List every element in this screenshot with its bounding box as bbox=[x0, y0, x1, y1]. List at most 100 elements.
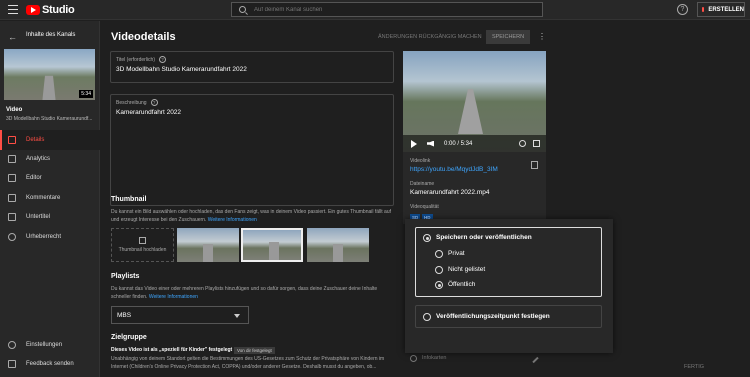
audience-heading: Zielgruppe bbox=[111, 334, 147, 341]
channel-content-link[interactable]: Inhalte des Kanals bbox=[26, 32, 75, 38]
help-icon[interactable]: ? bbox=[150, 99, 158, 106]
sidebar-item-subtitles[interactable]: Untertitel bbox=[0, 207, 100, 227]
rail-graphic bbox=[333, 244, 343, 262]
public-label: Öffentlich bbox=[448, 281, 476, 288]
help-icon[interactable]: ? bbox=[159, 56, 166, 63]
file-name-label: Dateiname bbox=[410, 181, 435, 187]
sidebar-item-label: Details bbox=[26, 137, 45, 143]
thumbnail-option[interactable] bbox=[177, 228, 239, 262]
create-button[interactable]: ERSTELLEN bbox=[697, 2, 745, 17]
save-button[interactable]: SPEICHERN bbox=[486, 30, 530, 44]
video-quality-label: Videoqualität bbox=[410, 204, 439, 210]
video-label: Video bbox=[6, 107, 23, 113]
info-icon bbox=[410, 355, 417, 362]
rail-graphic bbox=[458, 89, 483, 134]
sidebar-item-analytics[interactable]: Analytics bbox=[0, 149, 100, 169]
studio-logo[interactable]: Studio bbox=[26, 4, 75, 16]
sidebar-item-label: Urheberrecht bbox=[26, 234, 62, 240]
rail-graphic bbox=[203, 244, 213, 262]
play-icon[interactable] bbox=[411, 139, 417, 148]
save-or-publish-label: Speichern oder veröffentlichen bbox=[436, 234, 532, 241]
help-icon[interactable]: ? bbox=[677, 4, 688, 15]
description-field-label: Beschreibung bbox=[116, 99, 147, 106]
video-link-label: Videolink bbox=[410, 158, 431, 164]
copyright-icon bbox=[8, 233, 16, 241]
copy-icon[interactable] bbox=[531, 161, 538, 169]
thumbnail-heading: Thumbnail bbox=[111, 196, 147, 203]
video-subtitle: 3D Modellbahn Studio Kameraurundf... bbox=[6, 116, 93, 122]
sidebar-item-settings[interactable]: Einstellungen bbox=[0, 335, 100, 355]
fullscreen-icon[interactable] bbox=[533, 140, 540, 147]
learn-more-link[interactable]: Weitere Informationen bbox=[208, 217, 257, 223]
sidebar-item-label: Editor bbox=[26, 175, 42, 181]
public-radio[interactable] bbox=[435, 281, 443, 289]
private-label: Privat bbox=[448, 250, 465, 257]
more-options-icon[interactable]: ⋮ bbox=[538, 32, 546, 41]
top-bar: Studio ? ERSTELLEN bbox=[0, 0, 750, 20]
upload-thumbnail-button[interactable]: Thumbnail hochladen bbox=[111, 228, 174, 262]
comments-icon bbox=[8, 194, 16, 202]
info-cards-label: Infokarten bbox=[422, 355, 447, 361]
info-cards-row[interactable]: Infokarten bbox=[405, 353, 548, 365]
made-for-kids-text: Dieses Video ist als „speziell für Kinde… bbox=[111, 347, 233, 353]
sidebar-item-label: Einstellungen bbox=[26, 342, 63, 348]
unlisted-label: Nicht gelistet bbox=[448, 266, 486, 273]
title-field-label-row: Titel (erforderlich) ? bbox=[116, 56, 166, 63]
duration-badge: 5:34 bbox=[79, 90, 93, 98]
sidebar-item-details[interactable]: Details bbox=[0, 130, 100, 150]
sidebar: ← Inhalte des Kanals 5:34 Video 3D Model… bbox=[0, 21, 100, 377]
playlist-select[interactable]: MBS bbox=[111, 306, 249, 324]
description-field[interactable]: Beschreibung ? Kamerarundfahrt 2022 bbox=[110, 94, 394, 206]
unlisted-radio[interactable] bbox=[435, 266, 443, 274]
analytics-icon bbox=[8, 155, 16, 163]
sidebar-item-label: Analytics bbox=[26, 156, 51, 162]
volume-icon[interactable] bbox=[427, 140, 434, 147]
playlist-selected-value: MBS bbox=[117, 311, 132, 319]
save-or-publish-box[interactable]: Speichern oder veröffentlichen Privat Ni… bbox=[415, 227, 602, 297]
search-input[interactable] bbox=[254, 6, 534, 13]
video-link[interactable]: https://youtu.be/MqydJdB_3IM bbox=[410, 166, 498, 173]
upload-image-icon bbox=[139, 237, 146, 244]
sidebar-item-label: Untertitel bbox=[26, 214, 51, 220]
upload-thumbnail-label: Thumbnail hochladen bbox=[118, 247, 167, 253]
title-field-label: Titel (erforderlich) bbox=[116, 56, 155, 63]
undo-changes-button[interactable]: ÄNDERUNGEN RÜCKGÄNGIG MACHEN bbox=[378, 34, 482, 40]
search-box[interactable] bbox=[231, 2, 543, 17]
private-radio[interactable] bbox=[435, 250, 443, 258]
thumbnail-option-selected[interactable] bbox=[241, 228, 303, 262]
video-thumbnail[interactable]: 5:34 bbox=[4, 49, 95, 100]
sidebar-item-feedback[interactable]: Feedback senden bbox=[0, 354, 100, 374]
audience-description: Unabhängig von deinem Standort gelten di… bbox=[111, 356, 385, 370]
subtitles-icon bbox=[8, 213, 16, 221]
search-icon bbox=[239, 6, 246, 13]
main-content: Videodetails ÄNDERUNGEN RÜCKGÄNGIG MACHE… bbox=[101, 21, 750, 377]
rail-graphic bbox=[42, 75, 56, 100]
save-or-publish-radio[interactable] bbox=[423, 234, 431, 242]
visibility-popup: Speichern oder veröffentlichen Privat Ni… bbox=[405, 219, 704, 370]
youtube-logo-icon bbox=[26, 5, 40, 15]
sidebar-item-comments[interactable]: Kommentare bbox=[0, 188, 100, 208]
page-title: Videodetails bbox=[111, 31, 176, 43]
video-player[interactable]: 0:00 / 5:34 bbox=[403, 51, 546, 152]
editor-icon bbox=[8, 174, 16, 182]
video-preview-card: 0:00 / 5:34 Videolink https://youtu.be/M… bbox=[403, 51, 546, 224]
playlists-heading: Playlists bbox=[111, 273, 140, 280]
sidebar-item-copyright[interactable]: Urheberrecht bbox=[0, 227, 100, 247]
schedule-box[interactable]: Veröffentlichungszeitpunkt festlegen bbox=[415, 305, 602, 328]
back-arrow-icon[interactable]: ← bbox=[8, 32, 17, 42]
settings-gear-icon[interactable] bbox=[519, 140, 526, 147]
schedule-radio[interactable] bbox=[423, 313, 431, 321]
menu-icon[interactable] bbox=[8, 5, 18, 14]
done-button[interactable]: FERTIG bbox=[684, 364, 704, 370]
player-controls: 0:00 / 5:34 bbox=[403, 135, 546, 152]
rail-graphic bbox=[269, 242, 279, 260]
create-video-icon bbox=[702, 7, 705, 12]
sidebar-item-label: Kommentare bbox=[26, 195, 61, 201]
title-field-value[interactable]: 3D Modellbahn Studio Kamerarundfahrt 202… bbox=[116, 66, 247, 73]
learn-more-link[interactable]: Weitere Informationen bbox=[149, 294, 198, 300]
title-field[interactable]: Titel (erforderlich) ? 3D Modellbahn Stu… bbox=[110, 51, 394, 83]
sidebar-item-editor[interactable]: Editor bbox=[0, 168, 100, 188]
description-field-value[interactable]: Kamerarundfahrt 2022 bbox=[116, 109, 181, 116]
thumbnail-option[interactable] bbox=[307, 228, 369, 262]
edit-icon[interactable] bbox=[532, 356, 539, 364]
